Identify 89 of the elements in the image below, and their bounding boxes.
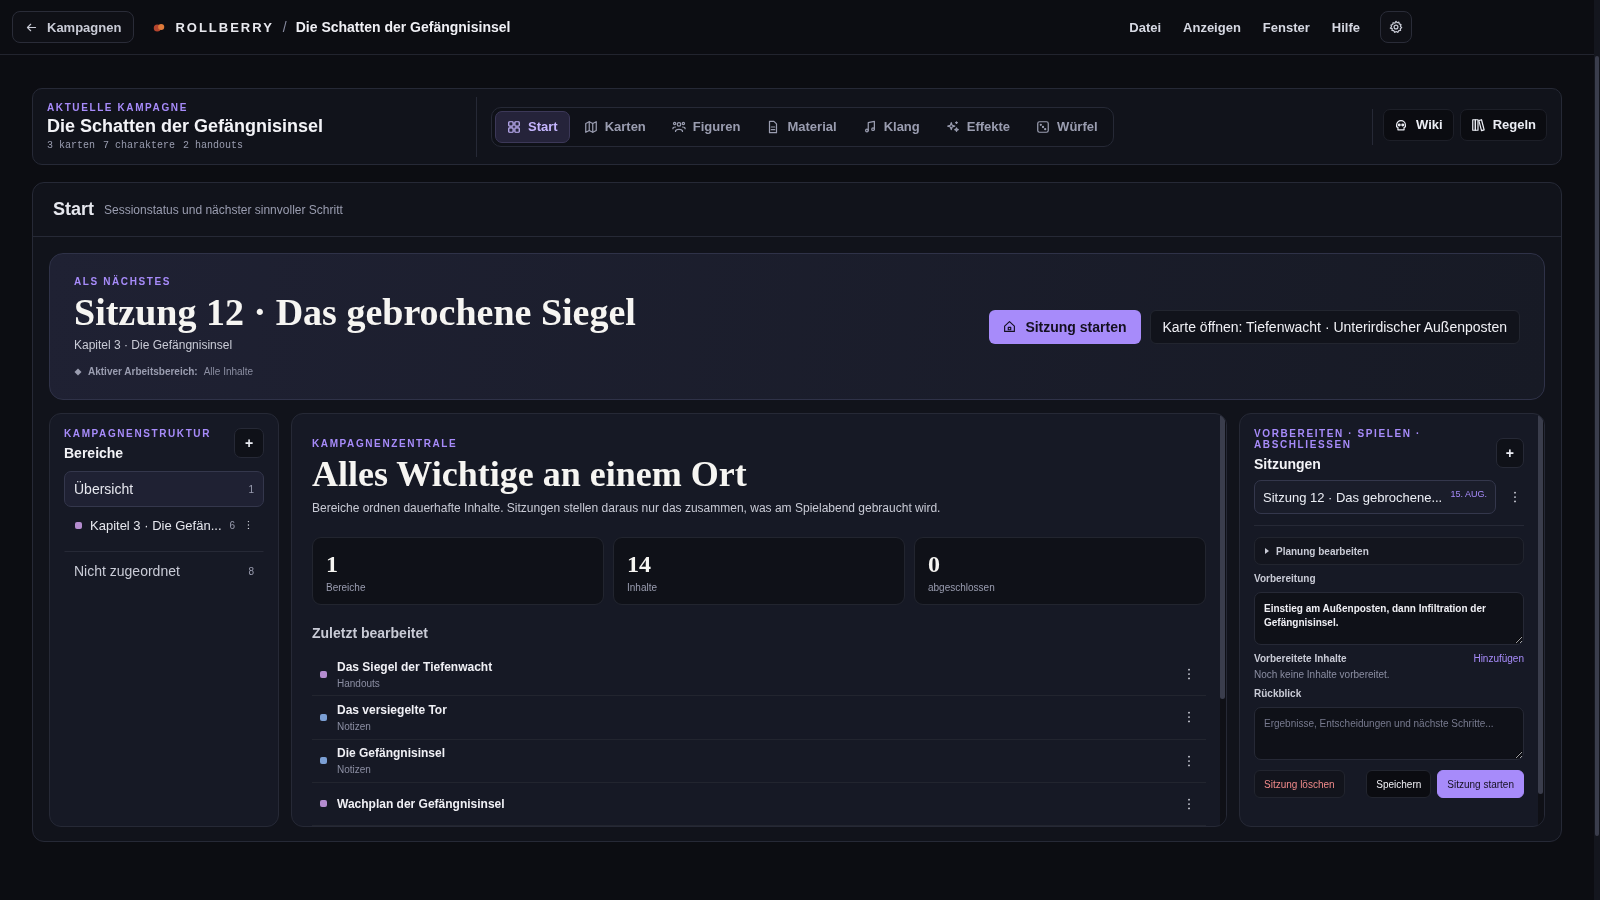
menu-item[interactable]: Datei xyxy=(1123,15,1168,39)
section-label: AKTUELLE KAMPAGNE xyxy=(47,102,189,113)
toolbar-button[interactable]: Wiki xyxy=(1383,108,1454,141)
scrollbar[interactable] xyxy=(1220,414,1226,826)
workspace-value: Alle Inhalte xyxy=(203,366,254,378)
section-label: ALS NÄCHSTES xyxy=(74,275,172,287)
stat-value: 14 xyxy=(627,552,652,576)
empty-message: Noch keine Inhalte vorbereitet. xyxy=(1254,669,1391,680)
area-list-item[interactable]: Kapitel 3 · Die Gefän... 6 xyxy=(64,507,264,543)
field-label: Vorbereitung xyxy=(1254,573,1317,584)
menu-item[interactable]: Fenster xyxy=(1256,15,1316,39)
item-count: 1 xyxy=(248,483,254,495)
tab[interactable]: Klang xyxy=(850,110,932,143)
recent-item-title: Die Gefängnisinsel xyxy=(337,746,447,761)
recent-item-title: Wachplan der Gefängnisinsel xyxy=(337,796,506,811)
recent-item-title: Das versiegelte Tor xyxy=(337,702,448,717)
planning-toggle[interactable]: Planung bearbeiten xyxy=(1254,537,1524,565)
tab[interactable]: Effekte xyxy=(933,110,1023,143)
toolbar-button[interactable]: Regeln xyxy=(1459,108,1547,141)
books-icon xyxy=(1470,117,1485,132)
preparation-field[interactable]: Einstieg am Außenposten, dann Infiltration der Gefängnisinsel. xyxy=(1254,592,1524,645)
stat-label: abgeschlossen xyxy=(928,582,996,593)
item-count: 8 xyxy=(248,565,254,577)
dice-icon xyxy=(1036,119,1051,134)
section-label: VORBEREITEN · SPIELEN · ABSCHLIESSEN xyxy=(1254,428,1422,450)
page-title: Start xyxy=(53,199,94,220)
page-subtitle: Sessionstatus und nächster sinnvoller Schritt xyxy=(104,202,343,217)
campaign-stat: 3 karten xyxy=(47,140,95,151)
settings-icon xyxy=(1389,20,1403,34)
diamond-icon xyxy=(74,367,82,376)
tab[interactable]: Figuren xyxy=(659,110,753,143)
add-button[interactable]: + xyxy=(234,428,264,458)
tab[interactable]: Start xyxy=(495,110,570,143)
hub-title: Alles Wichtige an einem Ort xyxy=(312,453,748,495)
stat-value: 0 xyxy=(928,552,941,576)
home-icon xyxy=(1003,320,1017,333)
panel-title: Sitzungen xyxy=(1254,456,1322,472)
open-map-button[interactable]: Karte öffnen: Tiefenwacht · Unterirdischer Außenposten xyxy=(1149,309,1520,344)
grid-icon xyxy=(507,119,521,134)
menu-item[interactable]: Hilfe xyxy=(1325,15,1366,39)
recent-item-title: Das Siegel der Tiefenwacht xyxy=(337,659,494,674)
panel-title: Bereiche xyxy=(64,445,125,461)
menu-item[interactable]: Anzeigen xyxy=(1177,15,1247,39)
field-label: Rückblick xyxy=(1254,688,1303,699)
area-list-item[interactable]: Übersicht 1 xyxy=(64,471,264,507)
settings-button[interactable] xyxy=(1380,11,1412,43)
caret-right-icon xyxy=(1263,547,1271,555)
brand-name: ROLLBERRY xyxy=(175,19,274,35)
scrollbar[interactable] xyxy=(1594,0,1600,900)
add-link[interactable]: Hinzufügen xyxy=(1473,653,1524,664)
review-field[interactable]: Ergebnisse, Entscheidungen und nächste Schritte... xyxy=(1254,707,1524,760)
sparkles-icon xyxy=(945,119,960,134)
hub-description: Bereiche ordnen dauerhafte Inhalte. Sitzungen stellen daraus nur das zusammen, was am Spielabend gebraucht wird. xyxy=(312,501,942,515)
map-icon xyxy=(583,119,598,134)
add-button[interactable]: + xyxy=(1495,438,1524,468)
session-action-button[interactable]: Sitzung starten xyxy=(1437,770,1524,798)
scrollbar[interactable] xyxy=(1538,414,1544,826)
session-title: Sitzung 12 · Das gebrochene Siegel xyxy=(74,292,637,333)
session-action-button[interactable]: Sitzung löschen xyxy=(1254,770,1345,798)
back-button[interactable]: Kampagnen xyxy=(12,11,135,43)
tab[interactable]: Würfel xyxy=(1024,110,1110,143)
section-label: KAMPAGNENZENTRALE xyxy=(312,438,459,449)
item-count: 6 xyxy=(229,519,236,531)
stat-label: Inhalte xyxy=(627,582,659,593)
stat-value: 1 xyxy=(326,552,339,576)
tab[interactable]: Material xyxy=(754,110,849,143)
stat-label: Bereiche xyxy=(326,582,367,593)
start-session-button[interactable]: Sitzung starten xyxy=(989,309,1141,344)
workspace-label: Aktiver Arbeitsbereich: xyxy=(88,366,198,378)
session-item[interactable]: Sitzung 12 · Das gebrochene... 15. AUG. xyxy=(1254,480,1496,514)
section-label: KAMPAGNENSTRUKTUR xyxy=(64,428,211,439)
people-icon xyxy=(671,119,686,134)
recent-item-category: Notizen xyxy=(337,764,372,776)
session-action-button[interactable]: Speichern xyxy=(1366,770,1432,798)
recent-heading: Zuletzt bearbeitet xyxy=(312,625,429,641)
session-date: 15. AUG. xyxy=(1450,489,1487,499)
breadcrumb-separator: / xyxy=(282,19,287,35)
campaign-stat: 2 handouts xyxy=(183,140,244,151)
campaign-title: Die Schatten der Gefängnisinsel xyxy=(47,116,325,137)
field-label: Vorbereitete Inhalte xyxy=(1254,653,1347,664)
recent-item-category: Handouts xyxy=(337,677,381,689)
campaign-stat: 7 charaktere xyxy=(103,140,176,151)
recent-item-category: Notizen xyxy=(337,720,372,732)
breadcrumb-campaign: Die Schatten der Gefängnisinsel xyxy=(295,19,511,35)
session-chapter: Kapitel 3 · Die Gefängnisinsel xyxy=(74,338,234,353)
skull-icon xyxy=(1394,117,1409,132)
music-note-icon xyxy=(862,119,877,134)
tab[interactable]: Karten xyxy=(571,110,658,143)
area-list-item[interactable]: Nicht zugeordnet 8 xyxy=(64,551,264,591)
